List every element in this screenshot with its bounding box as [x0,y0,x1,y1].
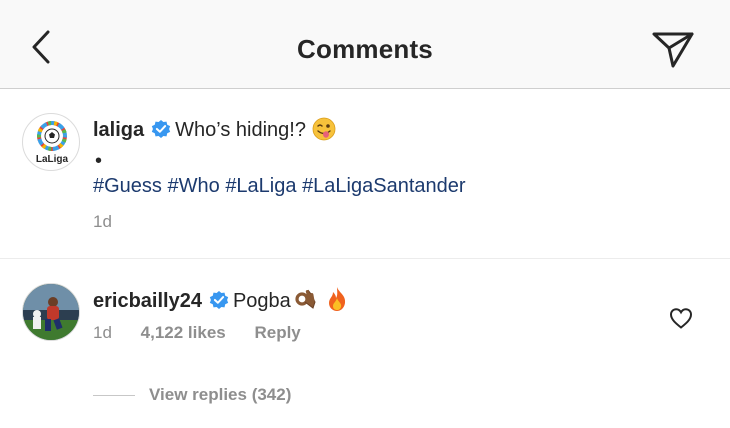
view-replies-button[interactable]: View replies (342) [149,385,291,404]
profile-photo-icon [23,284,79,340]
caption-bullet: • [95,150,103,172]
page-title: Comments [297,34,433,64]
caption-header: laliga Who’s hiding!? [93,117,336,142]
comment-timestamp: 1d [93,323,112,342]
laliga-avatar[interactable]: LaLiga [22,113,80,171]
hashtag-link[interactable]: #LaLiga [225,175,296,197]
comment-likes-count[interactable]: 4,122 likes [141,323,226,342]
caption-hashtags: #Guess #Who #LaLiga #LaLigaSantander [93,175,466,198]
verified-badge-icon [151,120,171,138]
svg-text:LaLiga: LaLiga [36,154,69,165]
ok-hand-icon [295,289,316,309]
comment-meta: 1d 4,122 likes Reply [93,323,325,343]
view-replies-row: View replies (342) [93,385,291,405]
hashtag-link[interactable]: #Guess [93,175,162,197]
comment-text: Pogba [232,290,291,312]
verified-badge-icon [209,291,229,309]
top-nav-bar: Comments [0,0,730,89]
caption-timestamp: 1d [93,212,112,231]
paper-plane-icon [652,32,694,68]
reply-button[interactable]: Reply [254,323,300,342]
hashtag-link[interactable]: #Who [168,175,220,197]
ericbailly24-avatar[interactable] [22,283,80,341]
comment-username[interactable]: ericbailly24 [93,290,202,312]
caption-divider [0,258,730,259]
caption-text: Who’s hiding!? [175,119,306,141]
laliga-logo-icon: LaLiga [36,121,69,165]
replies-divider-line [93,394,135,396]
like-button[interactable] [668,306,694,330]
share-button[interactable] [650,28,696,70]
heart-outline-icon [669,308,693,329]
winking-face-with-tongue-icon [312,117,335,141]
fire-icon [329,287,346,311]
comment-header: ericbailly24 Pogba [93,286,349,313]
hashtag-link[interactable]: #LaLigaSantander [302,175,465,197]
caption-username[interactable]: laliga [93,119,144,141]
